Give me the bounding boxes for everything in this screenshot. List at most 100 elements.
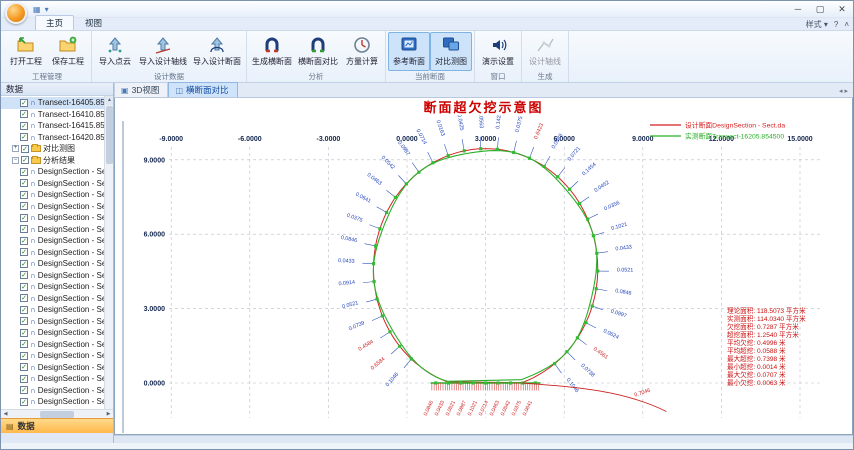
ribbon-button-导入设计断面[interactable]: 导入设计断面 — [190, 32, 244, 71]
minimize-button[interactable]: ─ — [787, 1, 809, 17]
tree-checkbox[interactable]: ✓ — [20, 248, 28, 256]
ribbon-tab-视图[interactable]: 视图 — [74, 15, 113, 30]
tree-item-分析结果[interactable]: −✓分析结果 — [1, 155, 113, 167]
ribbon-toolbar: 打开工程保存工程工程管理导入点云导入设计轴线导入设计断面设计数据生成横断面横断面… — [1, 31, 853, 83]
tree-item-DesignSection - Sect[interactable]: ✓∩DesignSection - Sect — [1, 350, 113, 362]
tree-checkbox[interactable]: ✓ — [20, 294, 28, 302]
tree-checkbox[interactable]: ✓ — [20, 271, 28, 279]
tree-checkbox[interactable]: ✓ — [20, 168, 28, 176]
tree-checkbox[interactable]: ✓ — [20, 202, 28, 210]
tree-item-DesignSection - Sect[interactable]: ✓∩DesignSection - Sect — [1, 316, 113, 328]
ribbon-button-生成横断面[interactable]: 生成横断面 — [249, 32, 295, 71]
ribbon-button-设计轴线[interactable]: 设计轴线 — [524, 32, 566, 71]
tree-expander-icon[interactable]: + — [12, 145, 19, 152]
collapse-ribbon-icon[interactable]: ˄ — [844, 20, 849, 29]
maximize-button[interactable]: ▢ — [809, 1, 831, 17]
app-logo-icon[interactable] — [5, 2, 27, 24]
tree-checkbox[interactable]: ✓ — [20, 329, 28, 337]
tree-checkbox[interactable]: ✓ — [21, 156, 29, 164]
ribbon-button-打开工程[interactable]: 打开工程 — [5, 32, 47, 71]
close-button[interactable]: ✕ — [831, 1, 853, 17]
doc-tab-3D视图[interactable]: ▣3D视图 — [114, 82, 168, 97]
tree-item-DesignSection - Sect[interactable]: ✓∩DesignSection - Sect — [1, 373, 113, 385]
tree-item-DesignSection - Sect[interactable]: ✓∩DesignSection - Sect — [1, 293, 113, 305]
tree-checkbox[interactable]: ✓ — [20, 225, 28, 233]
design-point-marker — [496, 148, 499, 151]
section-icon: ∩ — [30, 397, 36, 406]
tree-checkbox[interactable]: ✓ — [20, 179, 28, 187]
tree-checkbox[interactable]: ✓ — [20, 375, 28, 383]
tree-item-DesignSection - Sect[interactable]: ✓∩DesignSection - Sect — [1, 201, 113, 213]
tree-item-DesignSection - Sect[interactable]: ✓∩DesignSection - Sect — [1, 339, 113, 351]
tree-item-DesignSection - Sect[interactable]: ✓∩DesignSection - Sect — [1, 224, 113, 236]
chart-canvas[interactable]: -9.0000-6.0000-3.00000.00003.00006.00009… — [115, 115, 852, 435]
scroll-left-icon[interactable]: ◀ — [1, 411, 10, 417]
tree-item-Transect-16405.85[interactable]: ✓∩Transect-16405.85 — [1, 97, 113, 109]
scrollbar-thumb[interactable] — [40, 411, 74, 418]
tree-checkbox[interactable]: ✓ — [20, 306, 28, 314]
tree-checkbox[interactable]: ✓ — [20, 352, 28, 360]
ribbon-button-方量计算[interactable]: 方量计算 — [341, 32, 383, 71]
tree-item-DesignSection - Sect[interactable]: ✓∩DesignSection - Sect — [1, 304, 113, 316]
tree-checkbox[interactable]: ✓ — [20, 214, 28, 222]
data-tree[interactable]: ✓∩Transect-16405.85✓∩Transect-16410.85✓∩… — [1, 96, 113, 409]
chart-legend: 设计断面DesignSection - Sect.da实测断面Transect-… — [650, 121, 785, 141]
tree-vertical-scrollbar[interactable]: ▲ — [104, 96, 113, 409]
ribbon-button-保存工程[interactable]: 保存工程 — [47, 32, 89, 71]
tree-item-Transect-16415.85[interactable]: ✓∩Transect-16415.85 — [1, 120, 113, 132]
scrollbar-thumb[interactable] — [106, 106, 113, 164]
tree-checkbox[interactable]: ✓ — [20, 398, 28, 406]
tree-horizontal-scrollbar[interactable]: ◀ ▶ — [1, 409, 113, 418]
tree-checkbox[interactable]: ✓ — [20, 260, 28, 268]
tree-item-DesignSection - Sect[interactable]: ✓∩DesignSection - Sect — [1, 178, 113, 190]
doc-tab-横断面对比[interactable]: ◫横断面对比 — [168, 82, 237, 97]
ribbon-button-导入点云[interactable]: 导入点云 — [94, 32, 136, 71]
ribbon-button-演示设置[interactable]: 演示设置 — [477, 32, 519, 71]
tab-scroll-arrows[interactable]: ◂▸ — [839, 87, 850, 95]
tree-expander-icon[interactable]: − — [12, 157, 19, 164]
tree-item-DesignSection - Sect[interactable]: ✓∩DesignSection - Sect — [1, 396, 113, 408]
app-menu-icon[interactable]: ▦ — [33, 5, 41, 14]
tree-checkbox[interactable]: ✓ — [20, 340, 28, 348]
tree-checkbox[interactable]: ✓ — [20, 99, 28, 107]
tree-checkbox[interactable]: ✓ — [20, 317, 28, 325]
ribbon-button-参考断面[interactable]: 参考断面 — [388, 32, 430, 71]
quick-access-dropdown-icon[interactable]: ▾ — [45, 5, 49, 14]
tree-checkbox[interactable]: ✓ — [20, 191, 28, 199]
tree-checkbox[interactable]: ✓ — [20, 283, 28, 291]
ribbon-tab-主页[interactable]: 主页 — [35, 15, 74, 30]
tree-item-DesignSection - Sect[interactable]: ✓∩DesignSection - Sect — [1, 362, 113, 374]
tree-item-DesignSection - Sect[interactable]: ✓∩DesignSection - Sect — [1, 258, 113, 270]
tree-item-DesignSection - Sect[interactable]: ✓∩DesignSection - Sect — [1, 385, 113, 397]
scroll-up-icon[interactable]: ▲ — [105, 96, 113, 105]
ribbon-button-横断面对比[interactable]: 横断面对比 — [295, 32, 341, 71]
stat-line: 最小超挖: 0.0014 米 — [727, 362, 786, 371]
tree-checkbox[interactable]: ✓ — [20, 122, 28, 130]
tree-item-DesignSection - Sect[interactable]: ✓∩DesignSection - Sect — [1, 270, 113, 282]
data-panel-button[interactable]: ▤ 数据 — [1, 418, 113, 433]
tree-item-DesignSection - Sect[interactable]: ✓∩DesignSection - Sect — [1, 189, 113, 201]
tree-item-DesignSection - Sect[interactable]: ✓∩DesignSection - Sect — [1, 327, 113, 339]
tree-item-DesignSection - Sect[interactable]: ✓∩DesignSection - Sect — [1, 408, 113, 410]
tree-item-DesignSection - Sect[interactable]: ✓∩DesignSection - Sect — [1, 247, 113, 259]
tree-checkbox[interactable]: ✓ — [20, 133, 28, 141]
style-dropdown[interactable]: 样式 ▾ — [806, 19, 828, 30]
ribbon-group-caption: 工程管理 — [5, 71, 89, 82]
scroll-right-icon[interactable]: ▶ — [104, 411, 113, 417]
tree-checkbox[interactable]: ✓ — [20, 237, 28, 245]
tree-item-DesignSection - Sect[interactable]: ✓∩DesignSection - Sect — [1, 235, 113, 247]
tree-item-DesignSection - Sect[interactable]: ✓∩DesignSection - Sect — [1, 166, 113, 178]
tree-item-DesignSection - Sect[interactable]: ✓∩DesignSection - Sect — [1, 212, 113, 224]
tree-checkbox[interactable]: ✓ — [20, 386, 28, 394]
tree-checkbox[interactable]: ✓ — [20, 363, 28, 371]
tree-item-Transect-16410.85[interactable]: ✓∩Transect-16410.85 — [1, 109, 113, 121]
tree-item-Transect-16420.85[interactable]: ✓∩Transect-16420.85 — [1, 132, 113, 144]
section-icon: ∩ — [30, 110, 36, 119]
ribbon-button-对比测图[interactable]: 对比测图 — [430, 32, 472, 71]
tree-item-对比测图[interactable]: +✓对比测图 — [1, 143, 113, 155]
tree-checkbox[interactable]: ✓ — [20, 110, 28, 118]
tree-item-DesignSection - Sect[interactable]: ✓∩DesignSection - Sect — [1, 281, 113, 293]
help-icon[interactable]: ? — [834, 20, 838, 29]
tree-checkbox[interactable]: ✓ — [21, 145, 29, 153]
ribbon-button-导入设计轴线[interactable]: 导入设计轴线 — [136, 32, 190, 71]
